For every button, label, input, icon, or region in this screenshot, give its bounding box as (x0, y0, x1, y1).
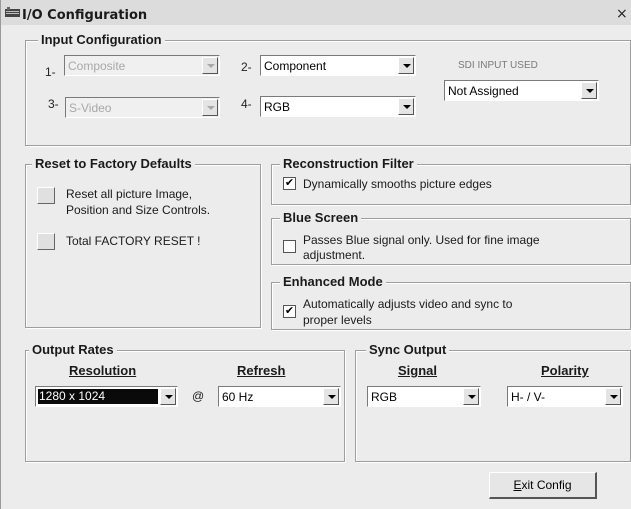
blue-screen-checkbox[interactable] (283, 240, 296, 253)
recon-filter-text: Dynamically smooths picture edges (303, 177, 492, 191)
slot2-number: 2- (241, 60, 252, 74)
input-slot1-value: Composite (68, 59, 126, 73)
close-icon[interactable]: × (616, 6, 631, 22)
chevron-down-icon[interactable] (160, 388, 176, 405)
reset-picture-button[interactable] (37, 187, 55, 204)
polarity-heading: Polarity (541, 363, 589, 378)
title-bar[interactable]: I/O Configuration × (1, 0, 631, 25)
blue-screen-text-line2: adjustment. (303, 248, 366, 262)
slot3-number: 3- (48, 97, 59, 111)
sync-polarity-value: H- / V- (511, 390, 546, 404)
chevron-down-icon[interactable] (202, 57, 218, 74)
reset-legend: Reset to Factory Defaults (32, 157, 195, 171)
io-config-window: I/O Configuration × Input Configuration … (0, 0, 631, 509)
chevron-down-icon[interactable] (463, 388, 479, 405)
refresh-select[interactable]: 60 Hz (218, 386, 341, 407)
input-slot3-select[interactable]: S-Video (65, 97, 220, 118)
sync-polarity-select[interactable]: H- / V- (507, 386, 623, 407)
exit-config-label: xit Config (521, 478, 572, 492)
reset-picture-label-line1: Reset all picture Image, (66, 187, 193, 201)
sdi-input-select[interactable]: Not Assigned (444, 80, 599, 101)
app-icon (5, 7, 20, 17)
input-slot2-value: Component (264, 59, 327, 73)
input-slot4-select[interactable]: RGB (260, 96, 416, 117)
total-factory-reset-label: Total FACTORY RESET ! (66, 234, 201, 248)
chevron-down-icon[interactable] (398, 57, 414, 74)
sync-signal-select[interactable]: RGB (367, 386, 481, 407)
slot1-number: 1- (45, 65, 56, 79)
resolution-value: 1280 x 1024 (39, 389, 106, 403)
recon-filter-checkbox[interactable]: ✔ (283, 177, 296, 190)
blue-screen-legend: Blue Screen (280, 211, 362, 225)
enhanced-mode-checkbox[interactable]: ✔ (283, 305, 296, 318)
chevron-down-icon[interactable] (605, 388, 621, 405)
chevron-down-icon[interactable] (581, 82, 597, 99)
window-title: I/O Configuration (22, 8, 148, 23)
resolution-selected: 1280 x 1024 (38, 389, 158, 404)
output-rates-legend: Output Rates (29, 343, 117, 357)
refresh-value: 60 Hz (222, 390, 254, 404)
chevron-down-icon[interactable] (323, 388, 339, 405)
sync-output-legend: Sync Output (366, 343, 450, 357)
sdi-label: SDI INPUT USED (458, 60, 538, 71)
total-factory-reset-button[interactable] (37, 233, 55, 250)
sync-signal-value: RGB (371, 390, 398, 404)
blue-screen-text-line1: Passes Blue signal only. Used for fine i… (303, 233, 540, 247)
input-slot3-value: S-Video (69, 101, 112, 115)
input-slot4-value: RGB (264, 100, 291, 114)
enhanced-mode-text-line1: Automatically adjusts video and sync to (303, 297, 513, 311)
input-slot2-select[interactable]: Component (260, 55, 416, 76)
resolution-heading: Resolution (69, 363, 137, 378)
signal-heading: Signal (398, 363, 438, 378)
reset-picture-label-line2: Position and Size Controls. (66, 203, 211, 217)
enhanced-mode-legend: Enhanced Mode (280, 275, 386, 289)
input-slot1-select[interactable]: Composite (64, 55, 220, 76)
at-sign: @ (192, 389, 205, 403)
input-config-legend: Input Configuration (38, 33, 165, 47)
refresh-heading: Refresh (237, 363, 286, 378)
chevron-down-icon[interactable] (398, 98, 414, 115)
sdi-input-value: Not Assigned (448, 84, 519, 98)
resolution-select[interactable]: 1280 x 1024 (35, 386, 178, 407)
slot4-number: 4- (241, 97, 252, 111)
chevron-down-icon[interactable] (202, 99, 218, 116)
enhanced-mode-text-line2: proper levels (303, 313, 372, 327)
recon-filter-legend: Reconstruction Filter (280, 157, 417, 171)
exit-config-button[interactable]: Exit Config (489, 472, 597, 499)
